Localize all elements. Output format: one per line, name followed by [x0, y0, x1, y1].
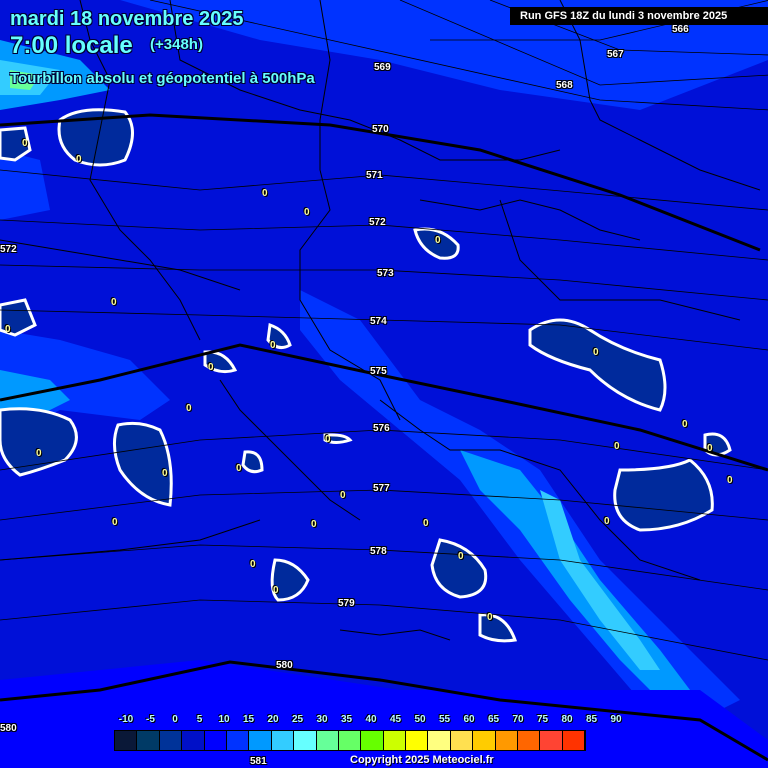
contour-label: 569 — [374, 62, 391, 73]
contour-label: 579 — [338, 598, 355, 609]
legend-label: 15 — [242, 714, 255, 725]
contour-label: 566 — [672, 24, 689, 35]
legend-swatch — [518, 731, 541, 750]
contour-label: 580 — [276, 660, 293, 671]
contour-label: 568 — [556, 80, 573, 91]
vorticity-zero-label: 0 — [614, 441, 620, 452]
vorticity-zero-label: 0 — [270, 340, 276, 351]
vorticity-zero-label: 0 — [458, 551, 464, 562]
copyright: Copyright 2025 Meteociel.fr — [350, 754, 494, 766]
vorticity-zero-label: 0 — [162, 468, 168, 479]
vorticity-zero-label: 0 — [727, 475, 733, 486]
vorticity-zero-label: 0 — [236, 463, 242, 474]
legend-label: 45 — [389, 714, 402, 725]
contour-label: 574 — [370, 316, 387, 327]
legend-swatch — [182, 731, 205, 750]
forecast-time: 7:00 locale — [10, 32, 133, 59]
legend-label: 60 — [463, 714, 475, 725]
legend-label: 75 — [536, 714, 549, 725]
legend-swatch — [204, 731, 227, 750]
legend-swatch — [249, 731, 272, 750]
contour-label: 580 — [0, 723, 17, 734]
vorticity-zero-label: 0 — [186, 403, 192, 414]
legend-swatch — [428, 731, 451, 750]
vorticity-zero-label: 0 — [262, 188, 268, 199]
legend-label: 80 — [561, 714, 573, 725]
legend-swatch — [159, 731, 183, 750]
vorticity-zero-label: 0 — [435, 235, 441, 246]
forecast-date: mardi 18 novembre 2025 — [10, 8, 244, 30]
vorticity-zero-label: 0 — [707, 443, 713, 454]
legend-label: 35 — [340, 714, 353, 725]
vorticity-zero-label: 0 — [22, 138, 28, 149]
vorticity-zero-label: 0 — [325, 434, 331, 445]
vorticity-zero-label: 0 — [340, 490, 346, 501]
legend-swatch — [406, 731, 429, 750]
legend-swatch — [294, 731, 317, 750]
legend-label: 20 — [267, 714, 279, 725]
legend-label: 40 — [365, 714, 377, 725]
legend-label: -5 — [146, 714, 155, 725]
legend-swatch — [137, 731, 160, 750]
legend-label: 50 — [414, 714, 426, 725]
legend-swatch — [115, 731, 138, 750]
legend-swatch — [338, 731, 362, 750]
legend-swatch — [361, 731, 384, 750]
vorticity-zero-label: 0 — [5, 324, 11, 335]
contour-label: 578 — [370, 546, 387, 557]
contour-label: 573 — [377, 268, 394, 279]
vorticity-zero-label: 0 — [36, 448, 42, 459]
vorticity-zero-label: 0 — [304, 207, 310, 218]
color-legend — [114, 730, 587, 751]
legend-label: 65 — [487, 714, 500, 725]
vorticity-zero-label: 0 — [112, 517, 118, 528]
legend-swatch — [562, 731, 586, 750]
vorticity-zero-label: 0 — [208, 362, 214, 373]
vorticity-zero-label: 0 — [111, 297, 117, 308]
legend-swatch — [540, 731, 563, 750]
vorticity-zero-label: 0 — [311, 519, 317, 530]
vorticity-zero-label: 0 — [250, 559, 256, 570]
vorticity-zero-label: 0 — [273, 585, 279, 596]
contour-label: 576 — [373, 423, 390, 434]
legend-swatch — [473, 731, 496, 750]
contour-label: 572 — [0, 244, 17, 255]
legend-label: 0 — [172, 714, 178, 725]
contour-label: 570 — [372, 124, 389, 135]
contour-label: 572 — [369, 217, 386, 228]
legend-label: 10 — [218, 714, 230, 725]
legend-label: 85 — [585, 714, 598, 725]
run-info: Run GFS 18Z du lundi 3 novembre 2025 — [510, 7, 768, 25]
contour-label: 571 — [366, 170, 383, 181]
legend-label: 90 — [610, 714, 622, 725]
vorticity-zero-label: 0 — [76, 154, 82, 165]
vorticity-map — [0, 0, 768, 768]
vorticity-zero-label: 0 — [423, 518, 429, 529]
legend-label: 55 — [438, 714, 451, 725]
legend-label: 30 — [316, 714, 328, 725]
legend-swatch — [271, 731, 295, 750]
legend-swatch — [383, 731, 407, 750]
legend-swatch — [450, 731, 474, 750]
legend-label: -10 — [118, 714, 134, 725]
forecast-lead-time: (+348h) — [150, 36, 203, 53]
vorticity-zero-label: 0 — [593, 347, 599, 358]
legend-label: 25 — [291, 714, 304, 725]
vorticity-zero-label: 0 — [487, 612, 493, 623]
legend-label: 70 — [512, 714, 524, 725]
contour-label: 567 — [607, 49, 624, 60]
contour-label: 581 — [250, 756, 267, 767]
legend-labels: -10 -5 0 5 10 15 20 25 30 35 40 45 50 55 60 65 70 75 80 85 9… — [114, 714, 649, 728]
vorticity-zero-label: 0 — [604, 516, 610, 527]
contour-label: 575 — [370, 366, 387, 377]
parameter-title: Tourbillon absolu et géopotentiel à 500h… — [10, 70, 315, 87]
contour-label: 577 — [373, 483, 390, 494]
legend-swatch — [495, 731, 519, 750]
legend-label: 5 — [196, 714, 203, 725]
vorticity-zero-label: 0 — [682, 419, 688, 430]
legend-swatch — [316, 731, 339, 750]
legend-swatch — [226, 731, 250, 750]
